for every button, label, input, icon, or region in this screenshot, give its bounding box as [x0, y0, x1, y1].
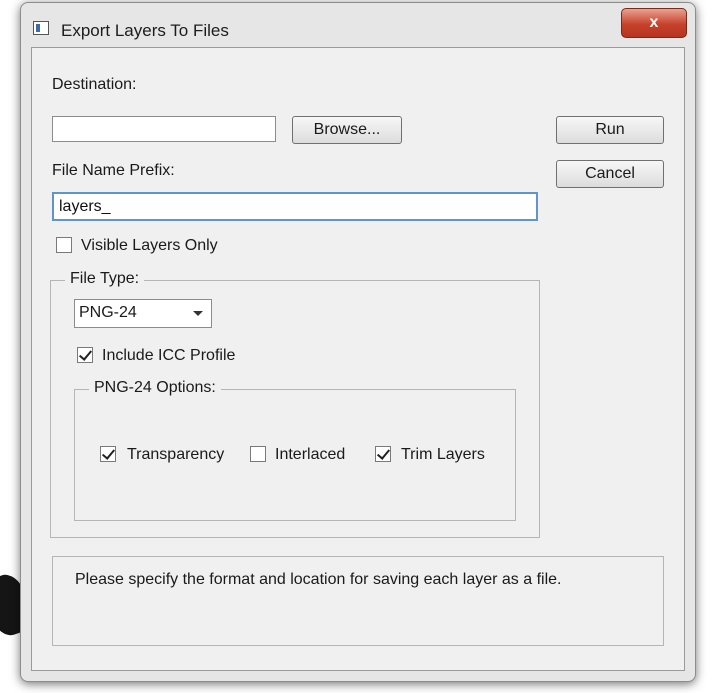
visible-layers-checkbox[interactable]	[56, 237, 72, 253]
visible-layers-label: Visible Layers Only	[81, 237, 218, 254]
png-options-group: PNG-24 Options: Transparency Interlaced …	[74, 379, 516, 521]
title-bar: Export Layers To Files x	[21, 3, 695, 47]
window-icon	[33, 21, 49, 35]
destination-label: Destination:	[52, 76, 137, 93]
png-options-legend: PNG-24 Options:	[89, 379, 221, 397]
file-type-value: PNG-24	[79, 304, 137, 321]
trim-layers-label: Trim Layers	[401, 446, 485, 463]
icc-profile-checkbox[interactable]	[77, 347, 93, 363]
dialog-body: Destination: Browse... Run Cancel File N…	[31, 47, 685, 671]
transparency-label: Transparency	[127, 446, 225, 463]
file-type-legend: File Type:	[65, 270, 145, 288]
status-panel: Please specify the format and location f…	[52, 556, 664, 646]
window-title: Export Layers To Files	[61, 21, 229, 40]
prefix-input[interactable]	[52, 192, 538, 221]
transparency-checkbox[interactable]	[100, 446, 116, 462]
close-button[interactable]: x	[621, 8, 687, 38]
file-type-group: File Type: PNG-24 Include ICC Profile PN…	[50, 270, 540, 538]
icc-profile-label: Include ICC Profile	[102, 347, 236, 364]
file-type-select[interactable]: PNG-24	[74, 299, 212, 328]
interlaced-checkbox[interactable]	[250, 446, 266, 462]
cancel-button[interactable]: Cancel	[556, 160, 664, 188]
trim-layers-checkbox[interactable]	[375, 446, 391, 462]
chevron-down-icon	[193, 311, 203, 316]
export-layers-dialog: Export Layers To Files x Destination: Br…	[20, 2, 696, 682]
run-button[interactable]: Run	[556, 116, 664, 144]
prefix-label: File Name Prefix:	[52, 162, 175, 179]
destination-input[interactable]	[52, 116, 276, 142]
browse-button[interactable]: Browse...	[292, 116, 402, 144]
status-message: Please specify the format and location f…	[75, 571, 562, 588]
interlaced-label: Interlaced	[275, 446, 346, 463]
